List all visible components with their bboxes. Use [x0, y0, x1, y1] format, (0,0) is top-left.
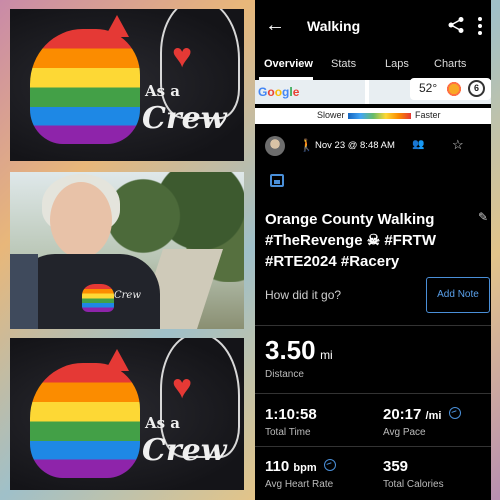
avg-pace-value: 20:17 [383, 406, 422, 423]
tab-bar: Overview Stats Laps Charts [255, 55, 491, 80]
rainbow-cat-graphic [30, 29, 140, 144]
rainbow-cat-graphic [30, 363, 140, 478]
shirt-text-large: Crew [142, 101, 227, 136]
divider [255, 446, 491, 447]
distance-unit: mi [320, 348, 333, 362]
add-photo-icon[interactable] [270, 174, 284, 187]
avg-pace-label: Avg Pace [383, 427, 426, 438]
avg-hr-label: Avg Heart Rate [265, 479, 334, 490]
pace-color-scale [348, 113, 411, 119]
distance-stat: 3.50 mi [265, 335, 333, 366]
avatar[interactable] [265, 136, 285, 156]
divider [255, 325, 491, 326]
tab-charts[interactable]: Charts [434, 58, 466, 70]
edit-pencil-icon[interactable]: ✎ [478, 210, 488, 224]
avg-hr-unit: bpm [293, 462, 317, 474]
person-jacket [10, 254, 38, 329]
back-arrow-icon[interactable]: ← [265, 14, 285, 37]
avg-pace-unit: /mi [425, 410, 442, 422]
calories-label: Total Calories [383, 479, 444, 490]
map-road [365, 80, 369, 104]
shirt-text-small: As a [145, 82, 181, 100]
share-icon[interactable] [447, 16, 465, 34]
calories-value: 359 [383, 458, 409, 475]
add-note-button[interactable]: Add Note [426, 277, 490, 313]
person-face [50, 182, 112, 258]
divider [255, 393, 491, 394]
distance-value: 3.50 [265, 335, 316, 365]
walking-icon: 🚶 [299, 138, 314, 152]
shirt-photo-top: ♥ As a Crew [10, 9, 244, 161]
rainbow-cat-ear [105, 349, 129, 371]
weather-widget: 52° 6 [410, 78, 491, 100]
page-title: Walking [307, 18, 361, 34]
tab-stats[interactable]: Stats [331, 58, 356, 70]
shirt-rainbow-cat-small [82, 284, 114, 312]
shirt-text-large: Crew [142, 433, 227, 468]
google-logo: Google [258, 85, 300, 99]
avg-pace-stat: 20:17 /mi [383, 406, 461, 423]
total-time-value: 1:10:58 [265, 406, 317, 423]
group-icon[interactable]: 👥 [412, 139, 424, 150]
pace-info-icon[interactable] [448, 407, 461, 420]
distance-label: Distance [265, 369, 304, 380]
shirt-text-small-mid: Crew [114, 290, 141, 301]
selfie-photo: Crew [10, 172, 244, 329]
pace-legend: Slower Faster [255, 108, 491, 124]
uv-index-badge: 6 [468, 80, 485, 97]
heart-icon: ♥ [172, 37, 193, 75]
sun-icon [445, 80, 463, 98]
activity-date: Nov 23 @ 8:48 AM [315, 140, 395, 151]
pace-faster-label: Faster [415, 110, 441, 120]
avg-hr-value: 110 [265, 458, 290, 475]
more-menu-icon[interactable] [478, 17, 484, 35]
activity-screen: ← Walking Overview Stats Laps Charts Goo… [255, 0, 491, 500]
favorite-star-icon[interactable]: ☆ [452, 137, 464, 153]
temperature-value: 52° [419, 81, 438, 95]
heart-rate-info-icon[interactable] [323, 459, 336, 472]
pace-slower-label: Slower [317, 110, 345, 120]
how-did-it-go-prompt: How did it go? [265, 288, 342, 302]
tab-laps[interactable]: Laps [385, 58, 409, 70]
rainbow-cat-ear [105, 15, 129, 37]
activity-title: Orange County Walking #TheRevenge ☠ #FRT… [265, 211, 436, 270]
activity-meta-row: 🚶 Nov 23 @ 8:48 AM 👥 ☆ [255, 130, 491, 164]
shirt-photo-bottom: ♥ As a Crew [10, 338, 244, 490]
shirt-text-small: As a [145, 414, 181, 432]
avg-hr-stat: 110 bpm [265, 458, 336, 475]
tab-overview[interactable]: Overview [264, 58, 313, 70]
heart-icon: ♥ [172, 368, 193, 406]
total-time-label: Total Time [265, 427, 311, 438]
app-bar: ← Walking [255, 0, 491, 50]
